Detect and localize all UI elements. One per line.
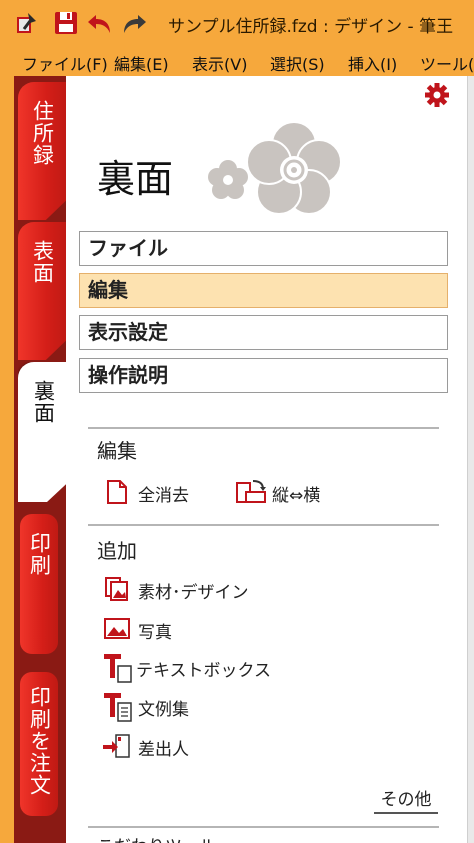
app-brush-icon[interactable]	[12, 9, 40, 37]
tab-back-side[interactable]: 裏面	[18, 362, 68, 502]
blank-page-icon	[107, 480, 127, 504]
section-divider	[88, 826, 439, 828]
settings-gear-icon[interactable]	[424, 82, 450, 108]
menu-tools[interactable]: ツール(T)	[420, 51, 474, 75]
action-rotate[interactable]: 縦⇔横	[272, 481, 320, 506]
window-title: サンプル住所録.fzd : デザイン - 筆王	[168, 17, 454, 37]
panel-heading: 裏面	[97, 157, 174, 201]
action-clear-all[interactable]: 全消去	[138, 481, 189, 506]
action-sample-text[interactable]: 文例集	[138, 695, 189, 720]
sample-text-icon	[104, 693, 132, 722]
tab-order-print[interactable]: 印刷を注文	[20, 672, 58, 816]
small-flower-decoration-icon	[208, 160, 248, 199]
rotate-page-icon	[236, 480, 266, 503]
section-divider	[88, 524, 439, 526]
action-textbox[interactable]: テキストボックス	[136, 656, 271, 681]
menu-bar: ファイル(F) 編集(E) 表示(V) 選択(S) 挿入(I) ツール(T)	[0, 46, 474, 76]
nav-display-settings[interactable]: 表示設定	[79, 315, 448, 350]
flower-decoration-icon	[246, 121, 342, 215]
menu-edit[interactable]: 編集(E)	[114, 51, 169, 75]
section-title-tools: こだわりツール	[97, 832, 216, 843]
menu-insert[interactable]: 挿入(I)	[348, 51, 397, 75]
nav-edit[interactable]: 編集	[79, 273, 448, 308]
menu-select[interactable]: 選択(S)	[270, 51, 325, 75]
textbox-icon	[104, 654, 132, 683]
tab-front-side-label: 表面	[30, 240, 55, 284]
save-icon[interactable]	[52, 9, 80, 37]
tab-back-side-label: 裏面	[31, 380, 56, 424]
tab-print[interactable]: 印刷	[20, 514, 58, 654]
nav-file[interactable]: ファイル	[79, 231, 448, 266]
tab-address-book-label: 住所録	[30, 100, 55, 166]
panel-edge	[467, 76, 474, 843]
tab-address-book[interactable]: 住所録	[18, 82, 66, 220]
section-divider	[88, 427, 439, 429]
nav-instructions[interactable]: 操作説明	[79, 358, 448, 393]
section-title-add: 追加	[97, 539, 137, 563]
redo-icon[interactable]	[120, 9, 148, 37]
action-material-design[interactable]: 素材･デザイン	[138, 578, 249, 603]
section-title-edit: 編集	[97, 439, 137, 463]
undo-icon[interactable]	[86, 9, 114, 37]
photo-icon	[104, 618, 130, 639]
tab-front-side[interactable]: 表面	[18, 222, 66, 360]
more-link[interactable]: その他	[374, 785, 438, 814]
action-photo[interactable]: 写真	[138, 618, 172, 643]
action-sender[interactable]: 差出人	[138, 735, 189, 760]
tab-order-print-label: 印刷を注文	[27, 686, 52, 796]
sender-icon	[103, 734, 130, 758]
menu-view[interactable]: 表示(V)	[192, 51, 247, 75]
menu-file[interactable]: ファイル(F)	[22, 51, 108, 75]
tab-print-label: 印刷	[27, 532, 52, 576]
material-design-icon	[105, 577, 128, 601]
title-bar: サンプル住所録.fzd : デザイン - 筆王	[0, 0, 474, 46]
